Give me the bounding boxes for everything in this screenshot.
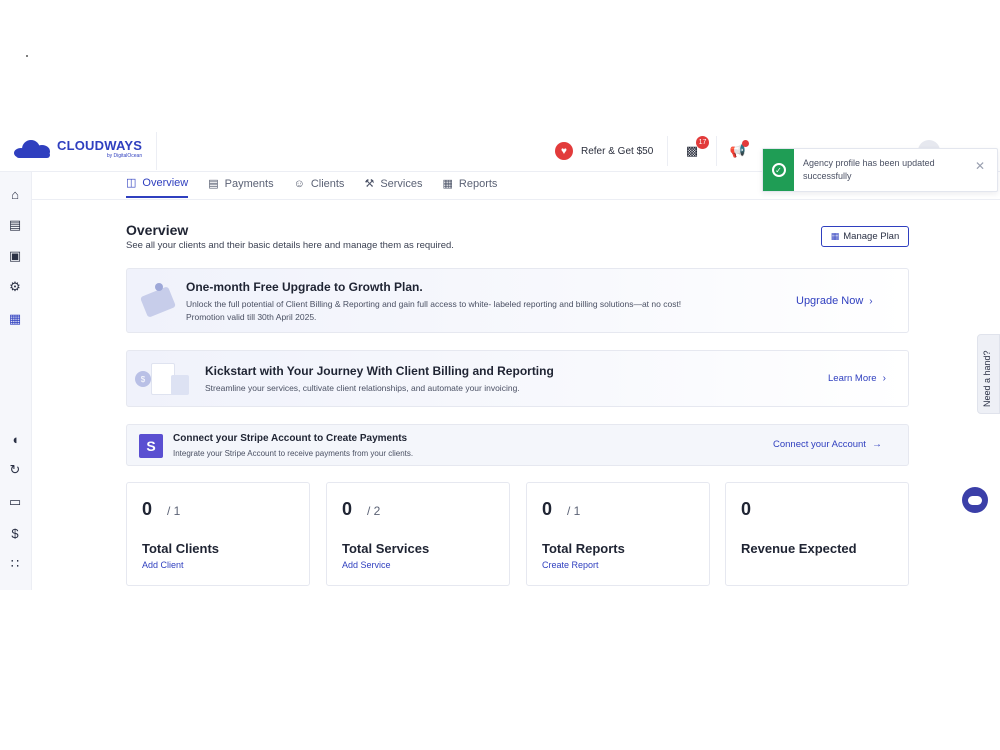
connect-account-label: Connect your Account: [773, 439, 866, 450]
page-title: Overview: [126, 222, 189, 238]
home-icon[interactable]: ⌂: [7, 186, 23, 202]
report-icon: ▦: [442, 178, 453, 190]
toast-message: Agency profile has been updated successf…: [803, 158, 935, 181]
connect-account-link[interactable]: Connect your Account →: [773, 439, 882, 450]
stat-card-clients: 0 / 1 Total Clients Add Client: [126, 482, 310, 586]
stat-card-reports: 0 / 1 Total Reports Create Report: [526, 482, 710, 586]
billing-illustration-icon: $: [135, 359, 195, 401]
left-sidebar: ⌂ ▤ ▣ ⚙ ▦ ◖ ↻ ▭ $ ∷: [0, 172, 32, 590]
stripe-text: Integrate your Stripe Account to receive…: [173, 449, 414, 458]
tab-clients[interactable]: ☺ Clients: [294, 176, 345, 198]
arrow-right-icon: →: [871, 439, 882, 450]
stat-count: 0: [142, 499, 153, 519]
manage-plan-button[interactable]: ▦ Manage Plan: [821, 226, 909, 247]
tab-label: Services: [380, 177, 423, 190]
billing-reports-icon[interactable]: ▦: [7, 311, 23, 327]
stat-count: 0: [342, 499, 353, 519]
page-subtitle: See all your clients and their basic det…: [126, 240, 454, 251]
cloudways-logo[interactable]: CLOUDWAYS by DigitalOcean: [14, 138, 142, 160]
kickstart-banner: $ Kickstart with Your Journey With Clien…: [126, 350, 909, 407]
upgrade-now-link[interactable]: Upgrade Now ›: [796, 295, 873, 307]
notification-badge: 17: [696, 136, 709, 149]
stat-label: Revenue Expected: [741, 541, 857, 556]
upgrade-text: Unlock the full potential of Client Bill…: [186, 299, 682, 309]
tab-label: Overview: [142, 176, 189, 189]
main-tabs: ◫ Overview ▤ Payments ☺ Clients ⚒ Servic…: [126, 176, 517, 198]
apps-grid-icon[interactable]: ∷: [7, 556, 23, 572]
learn-more-label: Learn More: [828, 373, 877, 384]
stat-label: Total Clients: [142, 541, 220, 556]
kickstart-text: Streamline your services, cultivate clie…: [205, 383, 520, 393]
addons-icon[interactable]: ⚙: [7, 279, 23, 295]
upgrade-promo: Promotion valid till 30th April 2025.: [186, 312, 317, 322]
stray-dot: [26, 55, 28, 57]
kickstart-title: Kickstart with Your Journey With Client …: [205, 364, 554, 378]
check-circle-icon: ✓: [771, 163, 786, 177]
team-search-icon[interactable]: ↻: [7, 462, 23, 478]
stat-total: / 1: [567, 504, 581, 518]
chevron-right-icon: ›: [869, 295, 873, 307]
announcements-button[interactable]: 📢: [729, 140, 749, 160]
manage-plan-label: Manage Plan: [843, 231, 900, 242]
add-service-link[interactable]: Add Service: [342, 560, 391, 570]
tab-label: Reports: [458, 177, 498, 190]
tabs-divider: [32, 199, 1000, 200]
folder-icon[interactable]: ▭: [7, 494, 23, 510]
need-a-hand-tab[interactable]: Need a hand?: [977, 334, 1000, 414]
stripe-logo-icon: S: [139, 434, 163, 458]
stat-card-revenue: 0 Revenue Expected: [725, 482, 909, 586]
tab-reports[interactable]: ▦ Reports: [443, 176, 498, 198]
bot-notifications-button[interactable]: ▩ 17: [683, 136, 709, 160]
monitor-chart-icon: ◫: [126, 177, 137, 189]
stat-total: / 1: [167, 504, 181, 518]
servers-icon[interactable]: ▤: [7, 217, 23, 233]
support-headset-icon[interactable]: ◖: [7, 431, 23, 447]
cloud-logo-icon: [14, 138, 54, 160]
create-report-link[interactable]: Create Report: [542, 560, 599, 570]
stat-card-services: 0 / 2 Total Services Add Service: [326, 482, 510, 586]
upgrade-banner: One-month Free Upgrade to Growth Plan. U…: [126, 268, 909, 333]
wrench-icon: ⚒: [364, 178, 375, 190]
brand-sub: by DigitalOcean: [106, 153, 143, 159]
tab-label: Payments: [224, 177, 274, 190]
success-toast: ✓ Agency profile has been updated succes…: [762, 148, 998, 192]
learn-more-link[interactable]: Learn More ›: [828, 373, 886, 384]
brand-name: CLOUDWAYS: [57, 138, 143, 153]
refer-label: Refer & Get $50: [581, 145, 654, 157]
divider: [716, 136, 717, 166]
stat-count: 0: [542, 499, 553, 519]
close-icon[interactable]: ✕: [975, 159, 985, 173]
need-a-hand-label: Need a hand?: [982, 350, 992, 407]
divider: [156, 132, 157, 170]
tab-payments[interactable]: ▤ Payments: [208, 176, 273, 198]
users-icon: ☺: [293, 177, 305, 190]
applications-icon[interactable]: ▣: [7, 248, 23, 264]
tab-services[interactable]: ⚒ Services: [364, 176, 422, 198]
document-icon: ▤: [208, 178, 219, 190]
stat-label: Total Services: [342, 541, 430, 556]
divider: [667, 136, 668, 166]
refer-button[interactable]: ♥ Refer & Get $50: [555, 142, 653, 160]
heart-icon: ♥: [555, 142, 573, 160]
stat-count: 0: [741, 499, 752, 519]
tab-overview[interactable]: ◫ Overview: [126, 176, 189, 198]
stripe-banner: S Connect your Stripe Account to Create …: [126, 424, 909, 466]
tab-label: Clients: [310, 177, 345, 190]
add-client-link[interactable]: Add Client: [142, 560, 184, 570]
upgrade-title: One-month Free Upgrade to Growth Plan.: [186, 280, 423, 294]
price-tag-illustration-icon: [139, 279, 179, 321]
stripe-title: Connect your Stripe Account to Create Pa…: [173, 433, 408, 444]
chat-launcher-button[interactable]: [962, 487, 988, 513]
stat-total: / 2: [367, 504, 381, 518]
chevron-right-icon: ›: [882, 373, 886, 384]
upgrade-now-label: Upgrade Now: [796, 295, 864, 307]
chat-cloud-icon: [968, 495, 982, 505]
stat-label: Total Reports: [542, 541, 625, 556]
billing-dollar-icon[interactable]: $: [7, 525, 23, 541]
toast-status-bar: ✓: [763, 149, 794, 191]
plan-icon: ▦: [830, 231, 840, 241]
notification-dot: [742, 140, 749, 147]
